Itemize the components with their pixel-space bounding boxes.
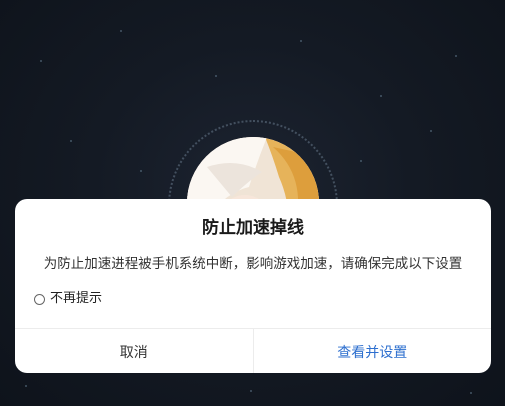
accelerate-dialog: 防止加速掉线 为防止加速进程被手机系统中断，影响游戏加速，请确保完成以下设置 不… [15, 199, 491, 373]
background-star [455, 55, 457, 57]
dont-remind-label: 不再提示 [50, 291, 103, 306]
background-star [430, 130, 432, 132]
background-star [215, 75, 217, 77]
cancel-button[interactable]: 取消 [15, 329, 254, 373]
radio-circle-icon[interactable] [34, 293, 45, 305]
dialog-message: 为防止加速进程被手机系统中断，影响游戏加速，请确保完成以下设置 [43, 256, 463, 272]
dialog-button-bar: 取消 查看并设置 [15, 328, 491, 373]
dont-remind-checkbox[interactable]: 不再提示 [34, 290, 102, 308]
app-background: 防止加速掉线 为防止加速进程被手机系统中断，影响游戏加速，请确保完成以下设置 不… [0, 0, 505, 406]
background-star [140, 170, 142, 172]
background-star [380, 95, 382, 97]
background-star [360, 160, 362, 162]
background-star [25, 385, 27, 387]
dialog-title: 防止加速掉线 [202, 218, 304, 238]
background-star [120, 30, 122, 32]
view-and-settings-button[interactable]: 查看并设置 [254, 329, 492, 373]
background-star [470, 392, 472, 394]
background-star [70, 140, 72, 142]
background-star [250, 390, 252, 392]
background-star [300, 40, 302, 42]
background-star [40, 60, 42, 62]
